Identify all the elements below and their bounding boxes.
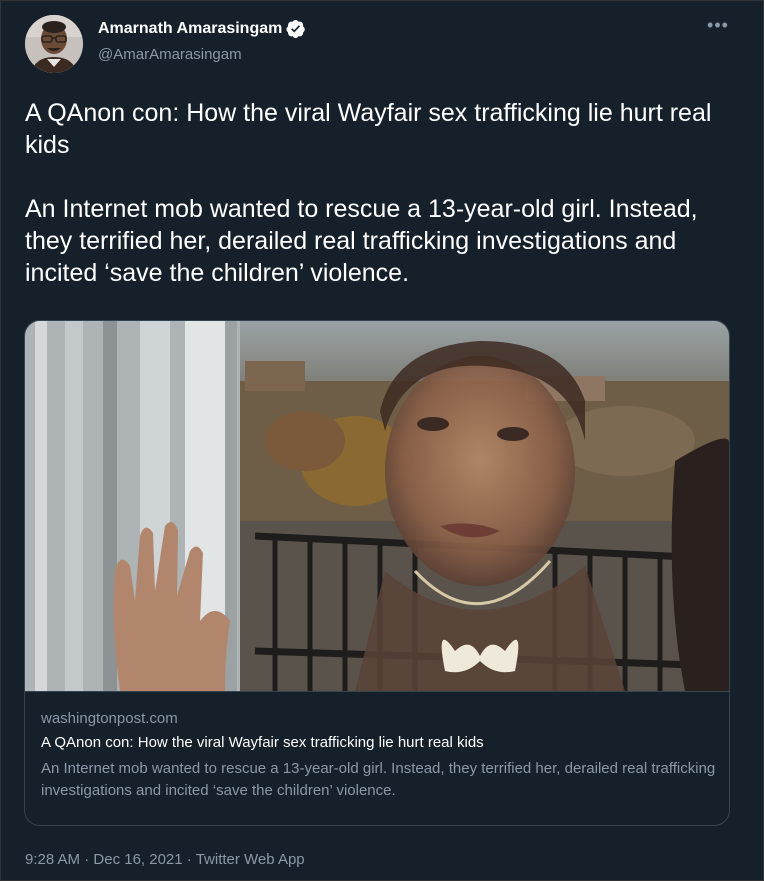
- author-name[interactable]: Amarnath Amarasingam: [98, 20, 282, 38]
- verified-badge-icon: [286, 20, 306, 38]
- tweet-time[interactable]: 9:28 AM: [25, 851, 80, 868]
- tweet-meta: 9:28 AM · Dec 16, 2021 · Twitter Web App: [25, 851, 305, 868]
- meta-separator: ·: [182, 851, 196, 868]
- link-card[interactable]: washingtonpost.com A QAnon con: How the …: [24, 320, 730, 826]
- article-image[interactable]: [25, 321, 729, 691]
- tweet-container: Amarnath Amarasingam @AmarAmarasingam ••…: [0, 0, 764, 881]
- tweet-paragraph-headline: A QAnon con: How the viral Wayfair sex t…: [25, 99, 712, 159]
- card-info[interactable]: washingtonpost.com A QAnon con: How the …: [25, 691, 729, 825]
- more-options-icon[interactable]: •••: [705, 16, 731, 39]
- card-title[interactable]: A QAnon con: How the viral Wayfair sex t…: [41, 734, 484, 751]
- card-description: An Internet mob wanted to rescue a 13-ye…: [41, 760, 716, 799]
- meta-separator: ·: [80, 851, 94, 868]
- tweet-text: A QAnon con: How the viral Wayfair sex t…: [25, 97, 735, 289]
- author-handle[interactable]: @AmarAmarasingam: [98, 46, 242, 63]
- tweet-source[interactable]: Twitter Web App: [196, 851, 305, 868]
- tweet-date[interactable]: Dec 16, 2021: [93, 851, 182, 868]
- avatar-photo: [25, 15, 83, 73]
- author-name-row[interactable]: Amarnath Amarasingam: [98, 19, 306, 39]
- card-domain: washingtonpost.com: [41, 710, 178, 727]
- tweet-paragraph-summary: An Internet mob wanted to rescue a 13-ye…: [25, 195, 698, 287]
- avatar[interactable]: [25, 15, 83, 73]
